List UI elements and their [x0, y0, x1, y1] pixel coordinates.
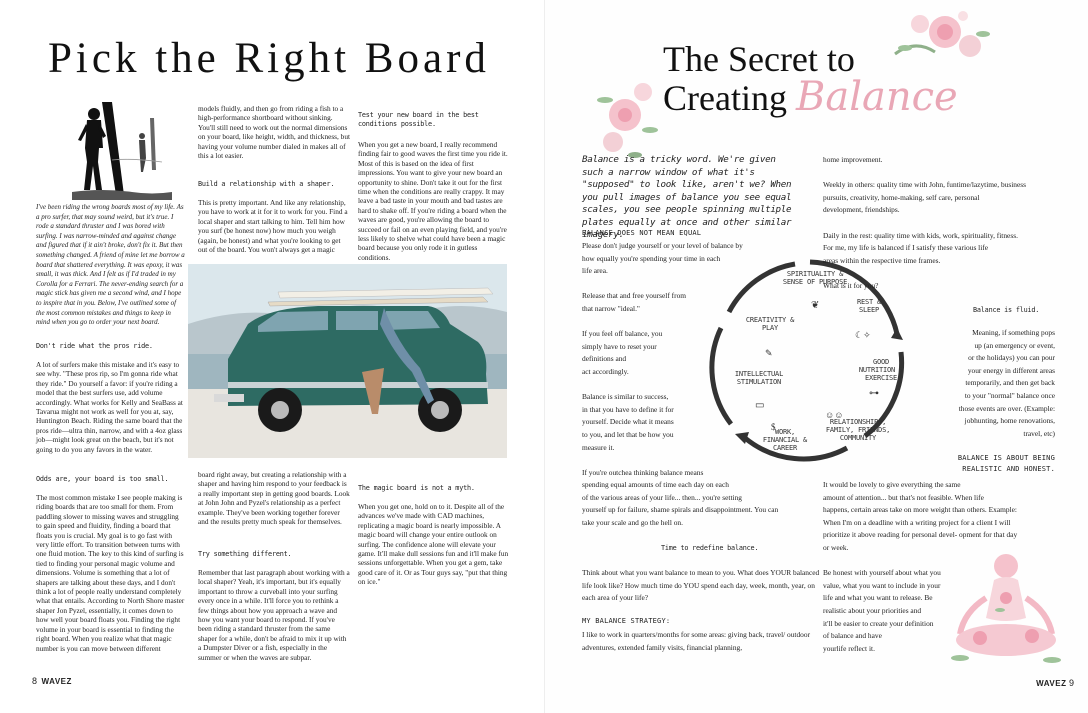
right-title-balance: Balance [795, 74, 958, 120]
left-magazine-name: WAVEZ [41, 677, 72, 686]
book-icon: ▭ [755, 400, 765, 411]
text-line [823, 217, 1055, 230]
text-line: pursuits, creativity, home-making, self … [823, 192, 980, 202]
lotus-icon: ❦ [811, 300, 820, 311]
text-line [823, 267, 1055, 280]
right-column-fluid: Meaning, if something pops up (an emergen… [905, 327, 1055, 440]
heading-shaper: Build a relationship with a shaper. [198, 180, 335, 188]
text-line: travel, etc) [1023, 428, 1055, 438]
text-line: What is it for you? [823, 280, 879, 290]
text-line: jobhunting, home renovations, [964, 416, 1055, 426]
text-line: Daily in the rest: quality time with kid… [823, 230, 1018, 240]
text-line: take your scale and go the hell on. [582, 518, 683, 528]
wheel-label-nutrition: GOOD NUTRITION & EXERCISE [858, 358, 904, 382]
paragraph-magic-board: When you get one, hold on to it. Despite… [358, 502, 509, 587]
paragraph-shaper-continued: board right away, but creating a relatio… [198, 470, 350, 527]
wheel-label-relationships: RELATIONSHIPS, FAMILY, FRIENDS, COMMUNIT… [825, 418, 891, 442]
text-line: to your "normal" balance once [964, 390, 1055, 400]
wheel-label-rest: REST & SLEEP [856, 298, 882, 314]
paint-icon: ✎ [765, 348, 773, 358]
right-page: The Secret to Creating Balance Balance i… [544, 0, 1088, 713]
text-line [823, 167, 1055, 180]
heading-honest: BALANCE IS ABOUT BEING REALISTIC AND HON… [957, 454, 1055, 473]
right-title-creating: Creating [663, 78, 787, 118]
magazine-spread: Pick the Right Board I've been riding th… [0, 0, 1088, 713]
text-line: or the holidays) you can pour [968, 353, 1055, 363]
text-line: amount of attention... but that's not fe… [823, 492, 984, 502]
left-folio: 8 WAVEZ [32, 676, 72, 686]
text-line: your energy in different areas [967, 365, 1055, 375]
text-line: up (an emergency or event, [974, 340, 1055, 350]
text-line: prioritize it above reading for personal… [823, 530, 1018, 540]
text-line: temporarily, and then get back [965, 378, 1055, 388]
people-icon: ☺☺ [825, 410, 844, 420]
paragraph-redefine: Think about what you want balance to mea… [582, 568, 820, 603]
text-line: It would be lovely to give everything th… [823, 480, 961, 489]
paragraph-too-small: The most common mistake I see people mak… [36, 493, 185, 653]
wheel-label-creativity: CREATIVITY & PLAY [745, 316, 795, 332]
paragraph-volume-continued: models fluidly, and then go from riding … [198, 104, 350, 161]
text-line: spending equal amounts of time each day … [582, 480, 729, 490]
right-page-number: 9 [1068, 678, 1074, 688]
right-folio: WAVEZ 9 [1036, 678, 1074, 688]
text-line: Weekly in others: quality time with John… [823, 180, 1027, 190]
heading-not-equal: BALANCE DOES NOT MEAN EQUAL [582, 229, 702, 237]
paragraph-pros: A lot of surfers make this mistake and i… [36, 360, 183, 454]
flower-bouquet-top-icon [894, 11, 990, 57]
text-line: For me, my life is balanced if I satisfy… [823, 243, 989, 253]
text-line: home improvement. [823, 155, 883, 164]
right-title-line2: Creating Balance [663, 77, 958, 118]
left-page-title: Pick the Right Board [48, 35, 490, 82]
surfer-silhouette-illustration [72, 100, 172, 200]
text-line: those events are over. (Example: [958, 403, 1055, 413]
left-page: Pick the Right Board I've been riding th… [0, 0, 544, 713]
heading-too-small: Odds are, your board is too small. [36, 475, 169, 483]
moon-stars-icon: ☾✧ [855, 330, 871, 340]
heading-fluid: Balance is fluid. [973, 306, 1040, 314]
floral-meditation-figure-icon [951, 554, 1061, 663]
heading-pros: Don't ride what the pros ride. [36, 342, 153, 350]
heading-magic-board: The magic board is not a myth. [358, 484, 475, 492]
intro-paragraph: I've been riding the wrong boards most o… [36, 203, 185, 327]
text-line: When I'm on a deadline with a writing pr… [823, 517, 1011, 527]
paragraph-try-different: Remember that last paragraph about worki… [198, 568, 350, 662]
dumbbell-icon: ⊶ [869, 388, 879, 399]
text-line: Meaning, if something pops [972, 328, 1055, 337]
right-title-line1: The Secret to [663, 39, 855, 79]
text-line: development, friendships. [823, 205, 900, 215]
heading-test-board: Test your new board in the best conditio… [358, 111, 479, 128]
money-icon: $ [771, 422, 776, 432]
text-line: of the various areas of your life... the… [582, 492, 742, 502]
paragraph-strategy: I like to work in quarters/months for so… [582, 630, 811, 652]
wheel-label-career: WORK, FINANCIAL & CAREER [762, 428, 808, 452]
paragraph-shaper: This is pretty important. And like any r… [198, 198, 348, 255]
surfboard-car-photo [188, 264, 507, 458]
text-line: areas within the respective time frames. [823, 255, 941, 265]
right-magazine-name: WAVEZ [1036, 679, 1067, 688]
paragraph-test-board: When you get a new board, I really recom… [358, 140, 508, 262]
text-line: happens, certain areas take on more weig… [823, 505, 1017, 515]
heading-strategy: MY BALANCE STRATEGY: [582, 617, 671, 625]
heading-try-different: Try something different. [198, 550, 292, 558]
text-line: yourself up for failure, shame spirals a… [582, 505, 779, 515]
left-page-number: 8 [32, 676, 38, 686]
right-column-top: home improvement. Weekly in others: qual… [823, 154, 1055, 293]
wheel-label-intellectual: INTELLECTUAL STIMULATION [734, 370, 784, 386]
heading-redefine: Time to redefine balance. [661, 544, 759, 552]
